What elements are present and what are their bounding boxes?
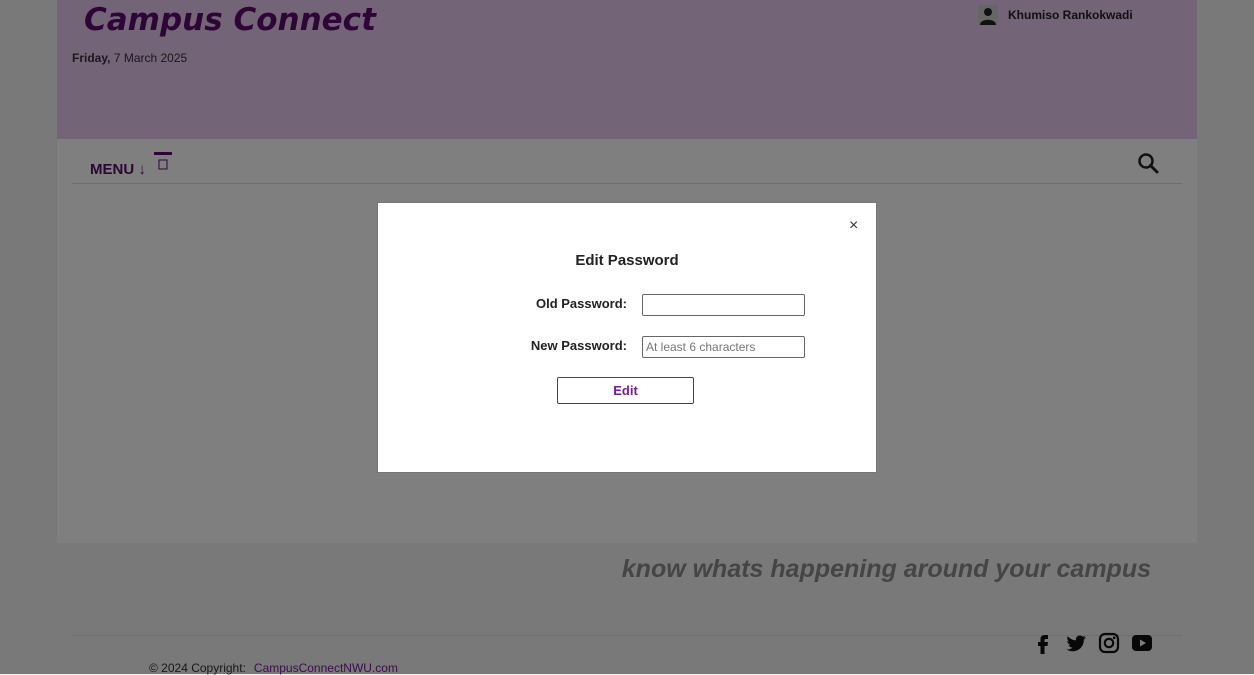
edit-button[interactable]: Edit <box>557 377 694 404</box>
edit-password-dialog: × Edit Password Old Password: New Passwo… <box>377 202 877 473</box>
close-icon[interactable]: × <box>849 217 858 235</box>
old-password-label: Old Password: <box>535 296 627 311</box>
old-password-field[interactable] <box>642 294 805 316</box>
new-password-label: New Password: <box>530 338 627 353</box>
new-password-field[interactable] <box>642 336 805 358</box>
dialog-title: Edit Password <box>575 252 679 269</box>
